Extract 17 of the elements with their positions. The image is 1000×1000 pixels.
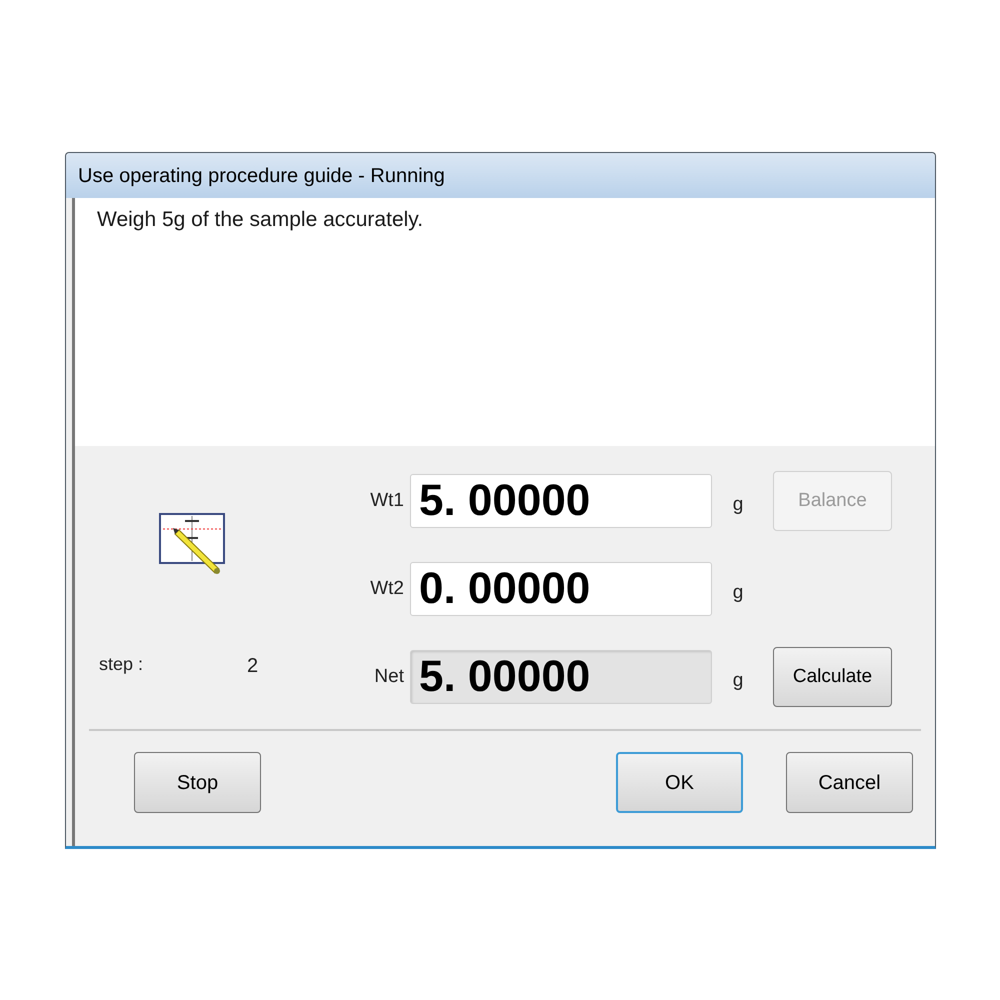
field-label: Wt1 [369,488,405,513]
input-field[interactable]: 5. 00000 [410,474,712,528]
step-number: 2 [247,654,258,679]
unit-label: g [732,580,744,605]
dialog-button[interactable]: Stop [134,752,261,813]
dialog-button[interactable]: OK [616,752,743,813]
unit-label: g [732,492,744,517]
instruction-text: Weigh 5g of the sample accurately. [97,208,424,231]
step-label: step : [99,653,144,676]
input-field[interactable]: 0. 00000 [410,562,712,616]
dialog-button[interactable]: Cancel [786,752,913,813]
action-button[interactable]: Calculate [773,647,892,707]
window-title: Use operating procedure guide - Running [78,164,445,188]
field-label: Wt2 [369,576,405,601]
field-label: Net [373,664,405,689]
readonly-field[interactable]: 5. 00000 [410,650,712,704]
unit-label: g [732,668,744,693]
